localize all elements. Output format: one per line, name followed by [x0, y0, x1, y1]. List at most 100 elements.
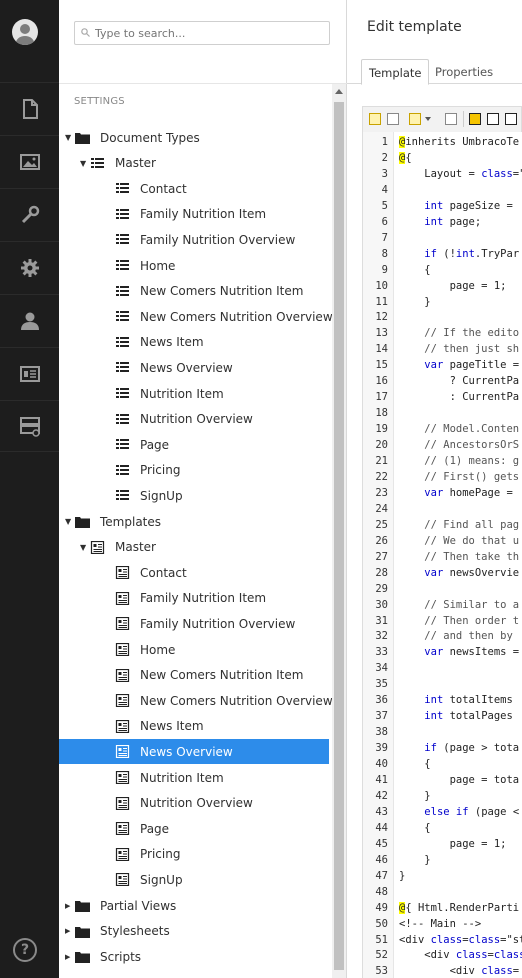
chevron-down-icon[interactable]: [425, 117, 431, 121]
line-number: 46: [375, 853, 388, 866]
code-line: int page;: [424, 215, 482, 228]
region-more-icon[interactable]: [505, 113, 517, 125]
document-type-icon: [115, 285, 130, 298]
tree-node[interactable]: Family Nutrition Overview: [59, 611, 329, 636]
caret-right-icon[interactable]: ▶: [65, 927, 73, 935]
tree-node[interactable]: ▶ Scripts: [59, 944, 329, 969]
template-icon: [115, 745, 130, 759]
tree-node[interactable]: News Item: [59, 714, 329, 739]
tree-node[interactable]: SignUp: [59, 483, 329, 508]
tree-node[interactable]: Page: [59, 816, 329, 841]
tree-node[interactable]: ▶ Partial Views: [59, 893, 329, 918]
caret-down-icon[interactable]: ▼: [80, 159, 88, 168]
template-icon: [115, 566, 130, 580]
tree-node-label: Family Nutrition Overview: [140, 232, 296, 247]
code-line: @{: [399, 151, 412, 164]
document-type-icon: [115, 336, 130, 349]
code-line: // and then by: [399, 630, 520, 643]
tree-node[interactable]: ▼ Master: [59, 151, 329, 176]
tree-node[interactable]: Family Nutrition Overview: [59, 227, 329, 252]
line-number: 20: [375, 439, 388, 452]
tree-node[interactable]: News Item: [59, 330, 329, 355]
line-number: 32: [375, 630, 388, 643]
tree-node[interactable]: New Comers Nutrition Item: [59, 279, 329, 304]
tree-node[interactable]: News Overview: [59, 355, 329, 380]
code-line: if (page > tota: [424, 742, 520, 755]
document-type-icon: [115, 413, 130, 426]
line-number: 9: [381, 263, 388, 276]
tree-node[interactable]: Home: [59, 253, 329, 278]
tree-node[interactable]: New Comers Nutrition Overview: [59, 688, 333, 713]
help-icon[interactable]: ?: [13, 938, 37, 962]
line-number: 1: [381, 136, 388, 148]
tab-template[interactable]: Template: [361, 59, 430, 85]
line-number: 52: [375, 949, 388, 962]
region-edit-icon[interactable]: [487, 113, 499, 125]
tab-properties[interactable]: Properties: [428, 59, 500, 85]
content-icon[interactable]: [0, 82, 59, 134]
line-number: 25: [375, 518, 388, 531]
tree-node[interactable]: News Overview: [59, 739, 329, 765]
tree-node[interactable]: Home: [59, 637, 329, 662]
tree-node[interactable]: Contact: [59, 560, 329, 585]
media-icon[interactable]: [0, 135, 59, 187]
tree-node[interactable]: Contact: [59, 176, 329, 201]
tree-node[interactable]: Pricing: [59, 458, 329, 483]
caret-right-icon[interactable]: ▶: [65, 902, 73, 910]
tree-node[interactable]: ▼ Document Types: [59, 125, 329, 150]
scrollbar-thumb[interactable]: [334, 102, 344, 970]
search-box[interactable]: [74, 21, 330, 45]
caret-right-icon[interactable]: ▶: [65, 953, 73, 961]
code-editor[interactable]: 1 2 3 4 5 6 7 8 9 10 11 12 13 14 15 16 17 18 19 20 21 22 23 24 2…: [362, 132, 522, 978]
code-line: int totalItems: [424, 694, 520, 707]
tree-node-label: Scripts: [100, 949, 142, 964]
tree-node-label: News Overview: [140, 360, 233, 375]
settings-icon[interactable]: [0, 241, 59, 293]
tree-node[interactable]: New Comers Nutrition Overview: [59, 304, 333, 329]
tree-node[interactable]: Pricing: [59, 842, 329, 867]
tree-panel: SETTINGS ▼ Document Types ▼ Master Contact Fa…: [59, 0, 347, 978]
tree-scrollbar[interactable]: [332, 84, 346, 978]
developer-icon[interactable]: [0, 188, 59, 240]
tree-node-label: New Comers Nutrition Item: [140, 668, 304, 683]
folder-icon: [75, 899, 90, 912]
insert-placeholder-icon[interactable]: [445, 113, 457, 125]
members-icon[interactable]: [0, 347, 59, 399]
page-title: Edit template: [367, 19, 462, 35]
tree-node[interactable]: Family Nutrition Item: [59, 202, 329, 227]
caret-down-icon[interactable]: ▼: [80, 543, 88, 552]
forms-icon[interactable]: [0, 400, 59, 452]
insert-dictionary-icon[interactable]: [409, 113, 421, 125]
code-line: <div class=class="st">"contain: [399, 933, 522, 946]
users-icon[interactable]: [0, 294, 59, 346]
code-line: page = 1;: [399, 279, 507, 292]
insert-field-icon[interactable]: [369, 113, 381, 125]
tree-node[interactable]: Nutrition Overview: [59, 407, 329, 432]
line-number: 39: [375, 742, 388, 755]
tree-node-label: Pricing: [140, 847, 181, 862]
search-input[interactable]: [95, 23, 325, 43]
tree-node[interactable]: New Comers Nutrition Item: [59, 663, 329, 688]
template-icon: [115, 847, 130, 861]
tree-node[interactable]: Page: [59, 432, 329, 457]
document-type-icon: [115, 182, 130, 195]
tree-node[interactable]: ▶ Stylesheets: [59, 919, 329, 944]
tree-node[interactable]: Nutrition Overview: [59, 791, 329, 816]
tree-node[interactable]: SignUp: [59, 867, 329, 892]
tree-node-label: Document Types: [100, 130, 200, 145]
region-icon[interactable]: [469, 113, 481, 125]
scroll-up-icon[interactable]: [335, 89, 343, 94]
caret-down-icon[interactable]: ▼: [65, 517, 73, 526]
tree-node-label: New Comers Nutrition Item: [140, 284, 304, 299]
tree-node[interactable]: Family Nutrition Item: [59, 586, 329, 611]
tree-node[interactable]: Nutrition Item: [59, 381, 329, 406]
user-avatar[interactable]: [12, 19, 38, 45]
tree-node[interactable]: ▼ Master: [59, 535, 329, 560]
tree-node[interactable]: ▼ Templates: [59, 509, 329, 534]
caret-down-icon[interactable]: ▼: [65, 133, 73, 142]
tree-node[interactable]: Nutrition Item: [59, 765, 329, 790]
insert-macro-icon[interactable]: [387, 113, 399, 125]
line-number: 34: [375, 662, 388, 675]
line-number: 53: [375, 965, 388, 978]
code-line: <!-- Main -->: [399, 917, 482, 930]
